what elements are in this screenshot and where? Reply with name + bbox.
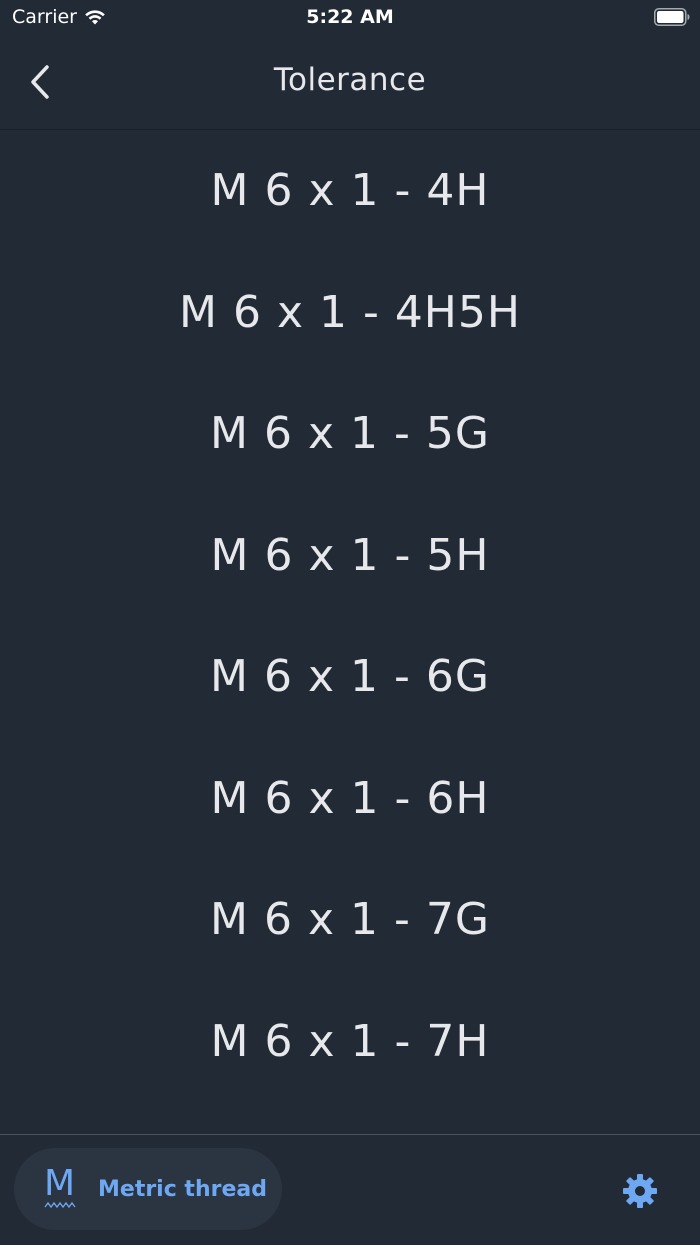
list-item-6h[interactable]: M 6 x 1 - 6H [0, 738, 700, 860]
thread-wave-icon [44, 1201, 76, 1209]
list-item-6g[interactable]: M 6 x 1 - 6G [0, 616, 700, 738]
list-item-5h[interactable]: M 6 x 1 - 5H [0, 495, 700, 617]
list-item-4h5h[interactable]: M 6 x 1 - 4H5H [0, 252, 700, 374]
battery-icon [654, 8, 690, 26]
list-item-7h[interactable]: M 6 x 1 - 7H [0, 981, 700, 1103]
list-item-4h[interactable]: M 6 x 1 - 4H [0, 130, 700, 252]
status-time: 5:22 AM [306, 6, 394, 28]
status-bar: Carrier 5:22 AM [0, 0, 700, 36]
list-item-7g[interactable]: M 6 x 1 - 7G [0, 859, 700, 981]
gear-icon[interactable] [622, 1173, 658, 1209]
tab-metric-thread-label: Metric thread [98, 1176, 267, 1202]
page-title: Tolerance [273, 62, 427, 98]
list-item-5g[interactable]: M 6 x 1 - 5G [0, 373, 700, 495]
tolerance-list: M 6 x 1 - 4H M 6 x 1 - 4H5H M 6 x 1 - 5G… [0, 130, 700, 1102]
metric-thread-icon-letter: M [44, 1163, 76, 1204]
tab-bar: M Metric thread [0, 1134, 700, 1245]
metric-thread-icon: M [44, 1163, 80, 1211]
navigation-bar: Tolerance [0, 36, 700, 130]
tab-metric-thread[interactable]: M Metric thread [14, 1148, 282, 1230]
